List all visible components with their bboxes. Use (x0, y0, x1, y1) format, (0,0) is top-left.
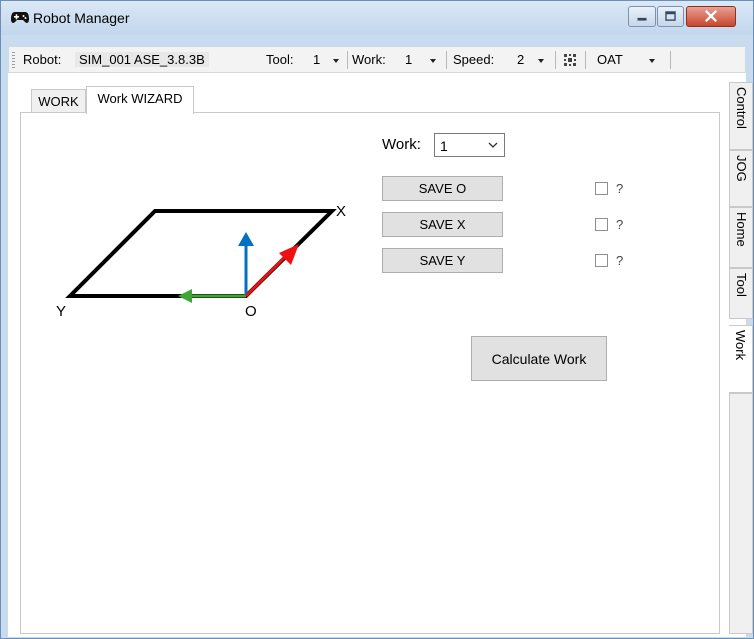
saved-y-checkbox[interactable] (595, 254, 608, 267)
tab-work-wizard[interactable]: Work WIZARD (86, 86, 194, 114)
work-number-select[interactable]: 1 (434, 133, 505, 157)
save-y-button[interactable]: SAVE Y (382, 248, 503, 273)
work-dropdown[interactable]: 1 (401, 51, 441, 69)
separator (347, 51, 348, 69)
work-number-value: 1 (440, 138, 448, 154)
separator (585, 51, 586, 69)
chevron-down-icon (488, 142, 498, 148)
saved-x-checkbox[interactable] (595, 218, 608, 231)
saved-x-status: ? (616, 217, 624, 232)
tool-value: 1 (313, 52, 321, 67)
side-tab-work[interactable]: Work (729, 325, 753, 393)
speed-dropdown[interactable]: 2 (511, 51, 551, 69)
x-corner-label: X (336, 203, 346, 220)
z-axis-arrowhead (238, 232, 254, 246)
maximize-button[interactable] (657, 6, 684, 27)
side-tab-filler (729, 393, 753, 634)
gamepad-icon (11, 12, 29, 23)
work-frame-diagram: X Y O (56, 203, 346, 320)
y-axis-arrowhead (178, 289, 192, 303)
tab-work[interactable]: WORK (31, 89, 86, 113)
maximize-icon (665, 11, 676, 21)
toolbar: Robot: SIM_001 ASE_3.8.3B Tool: 1 Work: … (9, 47, 745, 73)
separator (670, 51, 671, 69)
work-number-label: Work: (382, 136, 421, 153)
robot-value: SIM_001 ASE_3.8.3B (75, 52, 209, 67)
save-o-button[interactable]: SAVE O (382, 176, 503, 201)
work-label: Work: (352, 52, 386, 67)
speed-label: Speed: (453, 52, 495, 67)
chevron-down-icon (333, 59, 339, 63)
window-title: Robot Manager (33, 10, 130, 26)
saved-o-checkbox[interactable] (595, 182, 608, 195)
tool-dropdown[interactable]: 1 (305, 51, 345, 69)
minimize-icon (637, 17, 647, 21)
x-axis-arrow (244, 254, 288, 298)
chevron-down-icon (538, 59, 544, 63)
save-x-button[interactable]: SAVE X (382, 212, 503, 237)
grid-icon[interactable] (563, 53, 577, 67)
chevron-down-icon (649, 59, 655, 63)
side-tab-jog[interactable]: JOG (729, 150, 753, 207)
frame-dropdown[interactable]: OAT (593, 51, 663, 69)
chevron-down-icon (430, 59, 436, 63)
side-tab-control[interactable]: Control (729, 82, 753, 150)
saved-y-status: ? (616, 253, 624, 268)
speed-value: 2 (517, 52, 525, 67)
toolbar-grip[interactable] (12, 52, 15, 68)
minimize-button[interactable] (628, 6, 656, 27)
y-corner-label: Y (56, 303, 66, 320)
saved-o-status: ? (616, 181, 624, 196)
origin-label: O (245, 303, 257, 320)
work-value: 1 (405, 52, 413, 67)
separator (555, 51, 556, 69)
separator (446, 51, 447, 69)
close-icon (705, 10, 717, 22)
close-button[interactable] (686, 6, 736, 27)
calculate-work-button[interactable]: Calculate Work (471, 336, 607, 381)
title-bar[interactable]: Robot Manager (1, 1, 753, 35)
side-tab-tool[interactable]: Tool (729, 268, 753, 319)
side-tab-home[interactable]: Home (729, 207, 753, 268)
tool-label: Tool: (266, 52, 294, 67)
frame-value: OAT (597, 52, 623, 67)
robot-label: Robot: (23, 52, 62, 67)
